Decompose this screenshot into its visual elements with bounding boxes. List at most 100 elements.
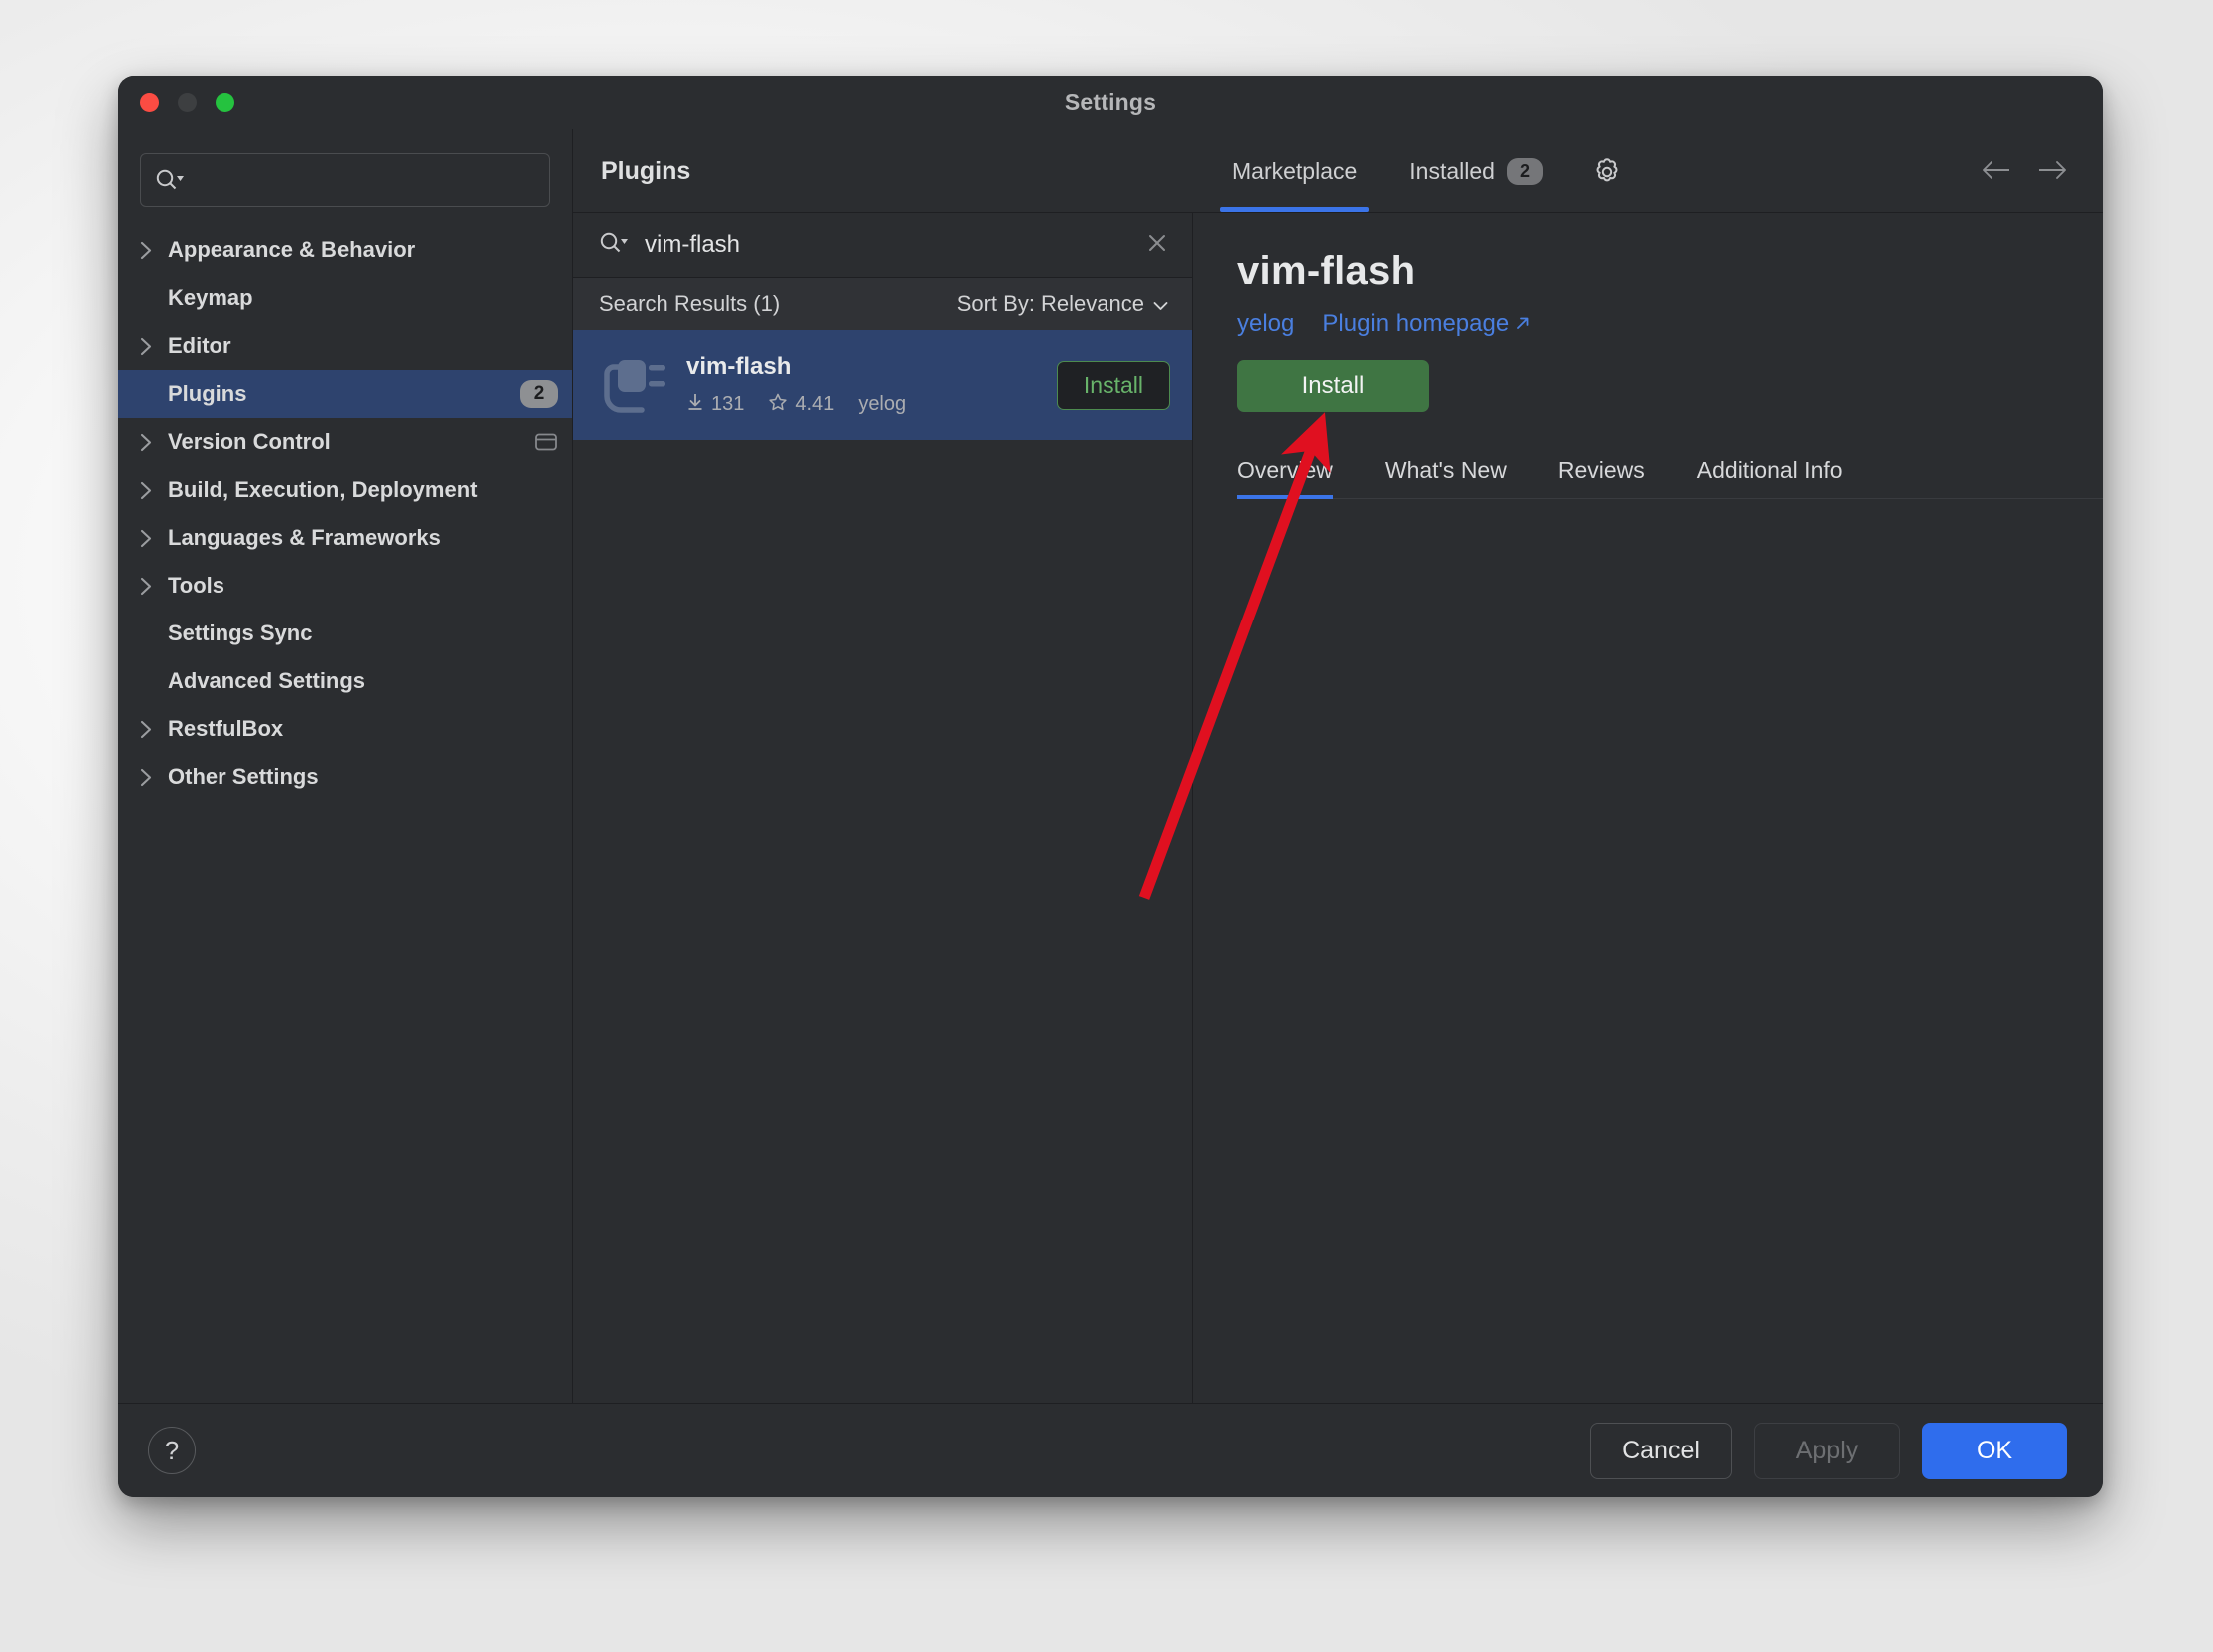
tab-whats-new[interactable]: What's New	[1385, 457, 1533, 498]
chevron-right-icon[interactable]	[132, 720, 168, 739]
plugins-header: Plugins Marketplace Installed 2	[573, 129, 2103, 213]
navigation-buttons	[1980, 157, 2069, 188]
chevron-right-icon[interactable]	[132, 433, 168, 452]
sort-by-label: Sort By: Relevance	[957, 291, 1144, 317]
sidebar-item-label: Languages & Frameworks	[168, 525, 441, 551]
sidebar-item-label: Version Control	[168, 429, 331, 455]
cancel-button[interactable]: Cancel	[1590, 1423, 1732, 1479]
plugin-homepage-link[interactable]: Plugin homepage	[1322, 310, 1531, 338]
sidebar-item-label: Keymap	[168, 285, 253, 311]
sidebar-item-appearance-behavior[interactable]: Appearance & Behavior	[118, 226, 572, 274]
plugin-detail-links: yelog Plugin homepage	[1237, 310, 2103, 338]
tab-label: Marketplace	[1232, 158, 1357, 185]
marketplace-search-input[interactable]: vim-flash	[573, 213, 1192, 278]
tab-overview[interactable]: Overview	[1237, 457, 1359, 498]
tab-additional-info[interactable]: Additional Info	[1697, 457, 1869, 498]
help-button[interactable]: ?	[148, 1427, 196, 1474]
search-results-count: Search Results (1)	[599, 291, 780, 317]
sidebar-item-label: Tools	[168, 573, 224, 599]
plugin-homepage-label: Plugin homepage	[1322, 310, 1509, 338]
sidebar-item-label: Appearance & Behavior	[168, 237, 415, 263]
plugin-meta: vim-flash 131	[686, 353, 906, 418]
search-results-header: Search Results (1) Sort By: Relevance	[573, 278, 1192, 330]
arrow-left-icon[interactable]	[1980, 157, 2013, 188]
star-icon	[768, 392, 788, 418]
sidebar-item-label: Editor	[168, 333, 231, 359]
settings-window: Settings	[118, 76, 2103, 1497]
sidebar-item-label: Other Settings	[168, 764, 319, 790]
sidebar-search-input[interactable]	[140, 153, 550, 206]
sidebar-item-build-execution-deployment[interactable]: Build, Execution, Deployment	[118, 466, 572, 514]
plugin-detail-tab-bar: Overview What's New Reviews Additional I…	[1237, 442, 2103, 499]
close-icon[interactable]	[1144, 230, 1170, 261]
title-bar: Settings	[118, 76, 2103, 129]
gear-icon[interactable]	[1590, 155, 1624, 189]
plugin-rating: 4.41	[795, 393, 834, 416]
tab-reviews[interactable]: Reviews	[1558, 457, 1671, 498]
plugins-content: vim-flash Search Results (1) Sort By: Re…	[573, 213, 2103, 1403]
plugins-panel: Plugins Marketplace Installed 2	[573, 129, 2103, 1403]
tab-label: Installed	[1409, 158, 1495, 185]
sidebar-item-keymap[interactable]: Keymap	[118, 274, 572, 322]
plugin-vendor: yelog	[858, 393, 906, 416]
chevron-right-icon[interactable]	[132, 529, 168, 548]
sidebar-item-tools[interactable]: Tools	[118, 562, 572, 610]
tab-label: Overview	[1237, 457, 1333, 483]
sidebar-search-container	[118, 129, 572, 216]
window-body: Appearance & Behavior Keymap Editor Plug…	[118, 129, 2103, 1403]
ok-button[interactable]: OK	[1922, 1423, 2067, 1479]
settings-sidebar: Appearance & Behavior Keymap Editor Plug…	[118, 129, 573, 1403]
sidebar-item-label: Build, Execution, Deployment	[168, 477, 477, 503]
sort-by-dropdown[interactable]: Sort By: Relevance	[957, 291, 1168, 317]
project-window-icon	[534, 432, 558, 452]
sidebar-item-badge: 2	[520, 380, 558, 408]
sidebar-item-label: Plugins	[168, 381, 246, 407]
plugin-list-column: vim-flash Search Results (1) Sort By: Re…	[573, 213, 1193, 1403]
window-title: Settings	[118, 89, 2103, 116]
tab-installed[interactable]: Installed 2	[1383, 129, 1568, 212]
sidebar-item-label: RestfulBox	[168, 716, 283, 742]
marketplace-search-value: vim-flash	[645, 231, 1144, 259]
arrow-right-icon[interactable]	[2035, 157, 2069, 188]
sidebar-item-version-control[interactable]: Version Control	[118, 418, 572, 466]
external-link-icon	[1515, 310, 1531, 338]
plugin-detail-title: vim-flash	[1237, 249, 2103, 294]
install-button[interactable]: Install	[1057, 361, 1170, 410]
footer-action-buttons: Cancel Apply OK	[1590, 1423, 2067, 1479]
settings-tree: Appearance & Behavior Keymap Editor Plug…	[118, 216, 572, 1403]
sidebar-item-plugins[interactable]: Plugins 2	[118, 370, 572, 418]
chevron-right-icon[interactable]	[132, 241, 168, 260]
plugin-downloads: 131	[711, 393, 744, 416]
plugin-vendor-link[interactable]: yelog	[1237, 310, 1294, 338]
plugin-detail-column: vim-flash yelog Plugin homepage	[1193, 213, 2103, 1403]
chevron-right-icon[interactable]	[132, 577, 168, 596]
plugin-name: vim-flash	[686, 353, 906, 381]
sidebar-item-label: Advanced Settings	[168, 668, 365, 694]
chevron-right-icon[interactable]	[132, 481, 168, 500]
plugins-tab-bar: Marketplace Installed 2	[1206, 129, 1568, 212]
dialog-footer: ? Cancel Apply OK	[118, 1403, 2103, 1497]
tab-badge: 2	[1507, 158, 1543, 185]
search-icon	[599, 231, 629, 260]
tab-label: Additional Info	[1697, 457, 1843, 483]
chevron-right-icon[interactable]	[132, 337, 168, 356]
sidebar-item-other-settings[interactable]: Other Settings	[118, 753, 572, 801]
plugin-detail-body	[1237, 499, 2103, 1403]
search-icon	[155, 168, 185, 192]
sidebar-item-label: Settings Sync	[168, 620, 312, 646]
tab-label: Reviews	[1558, 457, 1645, 483]
sidebar-item-restfulbox[interactable]: RestfulBox	[118, 705, 572, 753]
sidebar-item-languages-frameworks[interactable]: Languages & Frameworks	[118, 514, 572, 562]
sidebar-item-editor[interactable]: Editor	[118, 322, 572, 370]
tab-marketplace[interactable]: Marketplace	[1206, 129, 1383, 212]
chevron-right-icon[interactable]	[132, 768, 168, 787]
sidebar-item-advanced-settings[interactable]: Advanced Settings	[118, 657, 572, 705]
apply-button: Apply	[1754, 1423, 1900, 1479]
sidebar-item-settings-sync[interactable]: Settings Sync	[118, 610, 572, 657]
page-title: Plugins	[601, 157, 690, 186]
install-button-primary[interactable]: Install	[1237, 360, 1429, 412]
tab-label: What's New	[1385, 457, 1507, 483]
list-item[interactable]: vim-flash 131	[573, 330, 1192, 440]
download-icon	[686, 392, 704, 418]
chevron-down-icon	[1153, 291, 1168, 317]
